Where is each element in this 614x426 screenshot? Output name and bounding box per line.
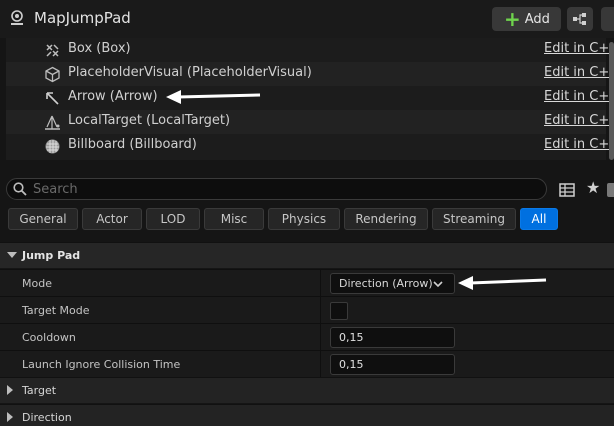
star-icon[interactable]: ★ (586, 180, 602, 196)
mode-dropdown[interactable]: Direction (Arrow) (330, 273, 455, 294)
settings-edge-icon[interactable] (607, 183, 614, 197)
blueprint-hierarchy-icon (573, 13, 586, 25)
billboard-icon (45, 139, 60, 154)
component-row-arrow[interactable]: Arrow (Arrow) Edit in C++ (6, 86, 614, 110)
category-target[interactable]: Target (0, 377, 614, 403)
column-divider (320, 351, 321, 378)
collapse-arrow-icon (7, 412, 13, 422)
category-title: Target (22, 384, 57, 397)
edit-in-cpp-link[interactable]: Edit in C++ (544, 65, 614, 80)
add-button-label: Add (524, 11, 550, 27)
cooldown-input[interactable] (339, 330, 449, 345)
property-label: Mode (22, 277, 52, 290)
edit-in-cpp-link[interactable]: Edit in C++ (544, 113, 614, 128)
search-icon (13, 182, 27, 196)
component-name: Arrow (Arrow) (68, 89, 158, 104)
arrow-component-icon (46, 92, 59, 105)
launch-ignore-field[interactable] (330, 354, 455, 375)
chevron-down-icon (433, 281, 443, 288)
details-search[interactable] (6, 178, 547, 200)
column-divider (320, 297, 321, 324)
filter-all[interactable]: All (520, 208, 558, 230)
component-row-box[interactable]: Box (Box) Edit in C++ (6, 38, 614, 62)
property-row-target-mode: Target Mode (0, 296, 614, 324)
target-mode-checkbox[interactable] (330, 302, 348, 320)
scene-target-icon (45, 115, 60, 130)
blueprint-button[interactable] (567, 7, 593, 31)
edit-in-cpp-link[interactable]: Edit in C++ (544, 137, 614, 152)
filter-physics[interactable]: Physics (268, 208, 340, 230)
property-row-cooldown: Cooldown (0, 323, 614, 351)
component-name: Billboard (Billboard) (68, 137, 197, 152)
component-name: LocalTarget (LocalTarget) (68, 113, 231, 128)
table-view-icon[interactable] (559, 182, 575, 198)
details-header: MapJumpPad + Add (0, 0, 614, 38)
search-input[interactable] (33, 180, 533, 198)
expand-arrow-icon (7, 252, 17, 258)
filter-misc[interactable]: Misc (204, 208, 264, 230)
launch-ignore-input[interactable] (339, 357, 449, 372)
component-row-placeholdervisual[interactable]: PlaceholderVisual (PlaceholderVisual) Ed… (6, 62, 614, 86)
cooldown-field[interactable] (330, 327, 455, 348)
component-name: PlaceholderVisual (PlaceholderVisual) (68, 65, 312, 80)
annotation-arrow-icon (166, 90, 261, 104)
column-divider (320, 270, 321, 297)
actor-icon (11, 10, 23, 25)
dropdown-value: Direction (Arrow) (339, 277, 433, 290)
collapse-arrow-icon (7, 385, 13, 395)
filter-streaming[interactable]: Streaming (432, 208, 516, 230)
edit-in-cpp-link[interactable]: Edit in C++ (544, 89, 614, 104)
component-tree: Box (Box) Edit in C++ PlaceholderVisual … (6, 38, 614, 160)
property-label: Cooldown (22, 331, 76, 344)
annotation-arrow-icon (458, 276, 547, 290)
filter-lod[interactable]: LOD (146, 208, 200, 230)
add-component-button[interactable]: + Add (492, 7, 561, 31)
plus-icon: + (504, 7, 521, 31)
actor-title: MapJumpPad (34, 9, 131, 27)
box-collision-icon (46, 44, 59, 57)
category-jump-pad[interactable]: Jump Pad (0, 242, 614, 268)
column-divider (320, 324, 321, 351)
overflow-button[interactable] (601, 7, 614, 31)
component-row-billboard[interactable]: Billboard (Billboard) Edit in C++ (6, 134, 614, 158)
component-name: Box (Box) (68, 41, 131, 56)
filter-general[interactable]: General (8, 208, 78, 230)
filter-rendering[interactable]: Rendering (344, 208, 428, 230)
component-scrollbar[interactable] (609, 42, 614, 160)
property-label: Target Mode (22, 304, 90, 317)
category-title: Direction (22, 411, 72, 424)
category-title: Jump Pad (22, 249, 81, 262)
edit-in-cpp-link[interactable]: Edit in C++ (544, 41, 614, 56)
property-row-launch-ignore: Launch Ignore Collision Time (0, 350, 614, 378)
filter-actor[interactable]: Actor (82, 208, 142, 230)
property-label: Launch Ignore Collision Time (22, 358, 181, 371)
category-direction[interactable]: Direction (0, 404, 614, 426)
component-row-localtarget[interactable]: LocalTarget (LocalTarget) Edit in C++ (6, 110, 614, 134)
cube-mesh-icon (45, 66, 60, 83)
